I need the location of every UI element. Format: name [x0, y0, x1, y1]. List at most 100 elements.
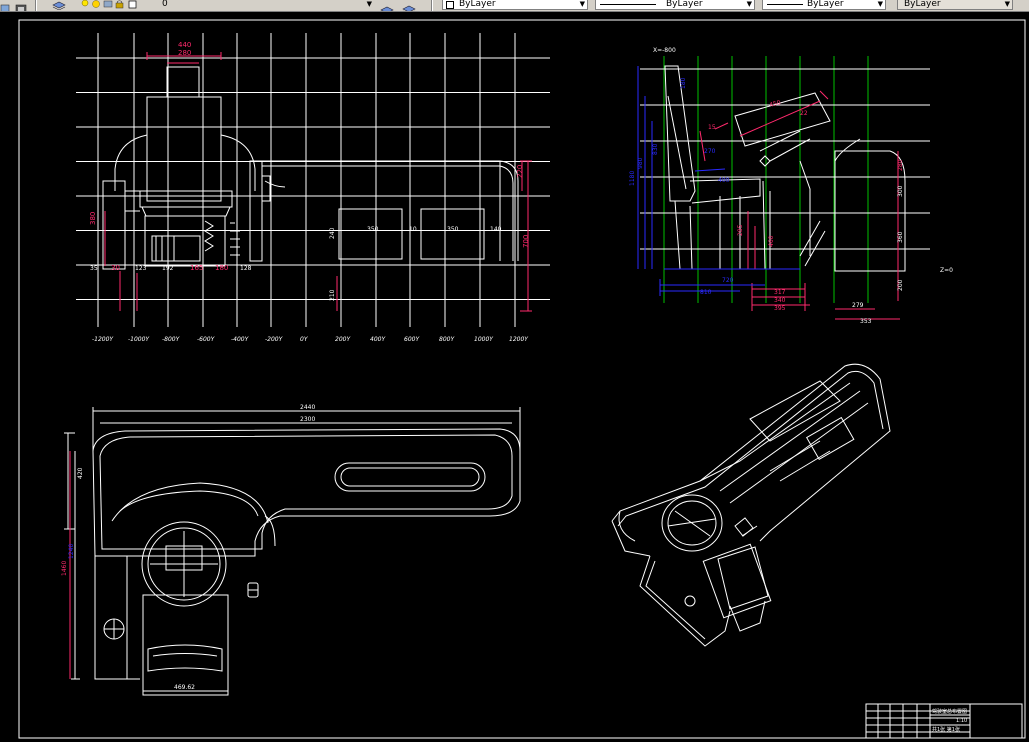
seat-side-profile [664, 65, 906, 272]
dim-left-depth-a: 420 [77, 467, 84, 479]
dim-top-width-inner: 280 [178, 49, 191, 57]
x-tick-label: -1200Y [92, 336, 114, 343]
dim-wheel-len: 450 [769, 99, 782, 109]
color-dropdown-arrow-icon[interactable]: ▼ [580, 1, 585, 8]
plan-dimension-texts-blue: 1240 [68, 544, 75, 559]
dim-seat-back-h: 830 [652, 143, 659, 155]
left-console-plan [94, 555, 259, 680]
layer-states-button[interactable] [401, 0, 417, 11]
linetype-dropdown-arrow-icon[interactable]: ▼ [747, 1, 752, 8]
side-dimension-texts-white: 300 360 200 279 353 [852, 185, 904, 325]
x-tick-label: -400Y [231, 336, 250, 343]
layer-state-icons [52, 0, 137, 10]
dim-bottom-d: 192 [162, 265, 174, 272]
dim-h-460: 460 [768, 235, 775, 247]
dim-left-depth-b: 1460 [61, 561, 68, 576]
layer-previous-button[interactable] [379, 0, 395, 11]
plotstyle-combo[interactable]: ByLayer ▼ [897, 0, 1013, 10]
plotstyle-value: ByLayer [904, 0, 941, 9]
dim-inner-width: 2300 [300, 416, 315, 423]
linetype-combo[interactable]: ByLayer ▼ [595, 0, 755, 10]
dim-bottom-c: 123 [135, 265, 147, 272]
dim-seat-width: 469.62 [174, 684, 195, 691]
lineweight-value: ByLayer [807, 0, 844, 9]
seat-plan [142, 594, 229, 696]
x-tick-label: -600Y [197, 336, 216, 343]
dim-bottom-b: 30 [111, 264, 120, 272]
isometric-view [611, 363, 891, 647]
lineweight-dropdown-arrow-icon[interactable]: ▼ [878, 1, 883, 8]
dim-right-300: 300 [897, 185, 904, 197]
dim-panel-height: 240 [329, 227, 336, 239]
layer-dropdown-arrow-icon[interactable]: ▼ [367, 1, 372, 8]
x-tick-label: 1200Y [509, 336, 529, 343]
side-x-label: X=-800 [653, 47, 676, 54]
dim-right-top: 220 [516, 165, 524, 178]
layer-on-bulb-icon [81, 0, 89, 7]
dashboard-plan-outline [92, 428, 521, 557]
dim-overall-width: 2440 [300, 404, 315, 411]
color-combo[interactable]: ByLayer ▼ [442, 0, 588, 10]
side-z-label: Z=0 [940, 267, 953, 274]
plan-view: 2440 2300 420 469.62 1460 1240 [61, 404, 521, 696]
dashboard-front [249, 160, 519, 262]
x-tick-label: 0Y [300, 336, 309, 343]
cad-drawing-canvas[interactable]: -1200Y -1000Y -800Y -600Y -400Y -200Y 0Y 200Y 40… [0, 11, 1029, 742]
dim-bottom-720: 720 [722, 277, 734, 284]
dim-panel-right: 140 [490, 226, 502, 233]
lineweight-combo[interactable]: ByLayer ▼ [762, 0, 886, 10]
plotstyle-dropdown-arrow-icon[interactable]: ▼ [1005, 1, 1010, 8]
x-tick-label: 800Y [439, 336, 455, 343]
dim-wheel-angle: 22 [800, 110, 808, 117]
dim-bottom-f: 180 [215, 264, 228, 272]
dim-left-depth-c: 1240 [68, 544, 75, 559]
color-swatch [446, 1, 454, 9]
layer-color-swatch-icon [128, 0, 137, 9]
dim-panel-b: 350 [447, 226, 459, 233]
toolbar-separator [431, 0, 433, 11]
plan-dimension-texts-red: 1460 [61, 561, 68, 576]
x-tick-label: 200Y [335, 336, 351, 343]
make-object-layer-current-button[interactable] [14, 0, 28, 11]
title-drawing-name: 驾驶室总布置图 [932, 708, 967, 715]
dim-right-200b: 200 [897, 279, 904, 291]
plan-dimension-texts: 2440 2300 420 469.62 [77, 404, 315, 691]
linetype-sample-line [600, 4, 656, 5]
dim-seat-h: 980 [637, 157, 644, 169]
title-sheet: 共1张 第1张 [932, 726, 960, 733]
dim-angle-a: 15 [708, 124, 716, 131]
dim-bottom-g: 128 [240, 265, 252, 272]
side-view: X=-800 Z=0 450 22 15 285 460 280 317 340… [629, 47, 953, 325]
dim-panel-depth: 210 [329, 289, 336, 301]
driver-seat-front [114, 66, 256, 267]
layer-combo[interactable]: 0 ▼ [52, 0, 374, 10]
layer-stack-icon [52, 1, 66, 10]
layer-viewport-freeze-icon [103, 0, 113, 8]
lineweight-sample-line [767, 4, 803, 5]
dim-bottom-a: 35 [90, 265, 98, 272]
steering-wheel-plan [141, 521, 227, 607]
layer-properties-button[interactable] [0, 0, 10, 11]
dim-bottom-279: 279 [852, 302, 864, 309]
x-tick-label: 600Y [404, 336, 420, 343]
x-tick-label: -1000Y [128, 336, 150, 343]
x-tick-label: 1000Y [474, 336, 494, 343]
drawing-border [18, 19, 1026, 739]
title-scale: 1:10 [956, 718, 967, 724]
linetype-value: ByLayer [666, 0, 703, 9]
dim-right-height: 700 [522, 235, 530, 248]
front-dimension-lines [104, 52, 532, 312]
dim-bottom-317: 317 [774, 289, 786, 296]
side-view-grid [640, 56, 930, 303]
dim-seat-total: 1180 [629, 171, 636, 186]
dim-right-200: 280 [897, 159, 904, 171]
x-tick-label: 400Y [370, 336, 386, 343]
dim-right-360: 360 [897, 231, 904, 243]
side-dimension-texts: 450 22 15 285 460 280 317 340 395 [708, 99, 904, 312]
x-tick-label: -800Y [162, 336, 181, 343]
layer-lock-icon [115, 0, 124, 9]
layer-name: 0 [162, 0, 168, 9]
dim-left-height: 380 [89, 212, 97, 225]
dim-bottom-395: 395 [774, 305, 786, 312]
title-block: 驾驶室总布置图 1:10 共1张 第1张 [865, 703, 1023, 739]
